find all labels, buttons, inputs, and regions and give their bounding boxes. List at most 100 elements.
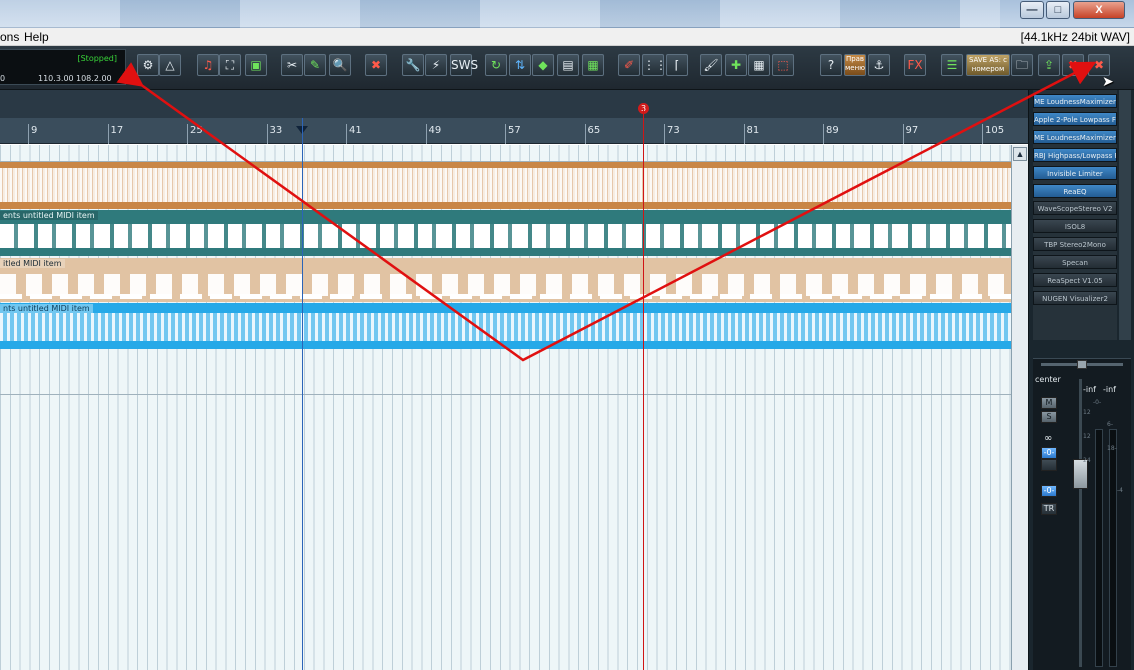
grid-button[interactable]: ⋮⋮ — [642, 54, 667, 76]
export-button[interactable]: ⇪ — [1038, 54, 1060, 76]
fx-button[interactable]: FX — [904, 54, 926, 76]
transport-value: 110.3.00 — [38, 74, 74, 83]
fullscreen-button[interactable]: ⛶ — [219, 54, 241, 76]
transport-status: [Stopped] — [77, 54, 117, 63]
scroll-up-arrow-icon[interactable]: ▲ — [1013, 147, 1027, 161]
ruler-tick — [505, 124, 506, 144]
ruler-tick — [346, 124, 347, 144]
title-bar: — □ X — [0, 0, 1134, 28]
pencil-button[interactable]: ✎ — [304, 54, 326, 76]
delete-button[interactable]: ✖ — [1062, 54, 1084, 76]
list-button[interactable]: ☰ — [941, 54, 963, 76]
record-arm-button[interactable] — [1041, 459, 1057, 471]
waveform — [0, 313, 1011, 341]
sws-button[interactable]: SWS — [450, 54, 478, 76]
route-button[interactable]: ⚡ — [425, 54, 447, 76]
fx-chain-item[interactable]: TBP Stereo2Mono — [1033, 237, 1117, 252]
render-button[interactable]: ⬚ — [772, 54, 794, 76]
main-toolbar: [Stopped] 0 110.3.00 108.2.00 ⚙ △ ♫ ⛶ ▣ ✂ ✎ 🔍 ✖ 🔧… — [0, 46, 1134, 90]
marker-lane[interactable] — [0, 90, 1028, 118]
peak-left: -inf — [1083, 385, 1096, 394]
fx-chain-item[interactable]: ME LoudnessMaximizer — [1033, 94, 1117, 108]
ruler-bar-number: 81 — [746, 125, 760, 136]
track-side-panel: ME LoudnessMaximizer Apple 2-Pole Lowpass… — [1028, 90, 1134, 670]
fx-route-button[interactable]: -0- — [1041, 485, 1057, 497]
ruler-tick — [902, 124, 904, 144]
ruler-tick — [823, 124, 824, 144]
midi-notes — [0, 294, 1011, 299]
close-button[interactable]: X — [1073, 1, 1125, 19]
fx-chain-list[interactable]: ME LoudnessMaximizer Apple 2-Pole Lowpass… — [1033, 90, 1117, 340]
cut-button[interactable]: ✂ — [281, 54, 303, 76]
ruler-tick — [187, 124, 188, 144]
snapshot-button[interactable]: ▣ — [245, 54, 267, 76]
menu-help[interactable]: Help — [24, 30, 49, 44]
fx-chain-item[interactable]: NUGEN Visualizer2 — [1033, 290, 1117, 305]
mixer-strip: center M S ∞ -0- -0- TR -inf -inf -0- 12… — [1033, 358, 1131, 670]
help-button[interactable]: ? — [820, 54, 842, 76]
pan-knob[interactable] — [1077, 360, 1087, 369]
fx-chain-item[interactable]: RBJ Highpass/Lowpass F — [1033, 147, 1117, 162]
fx-list-scrollbar[interactable] — [1119, 90, 1131, 340]
ruler-bar-number: 65 — [587, 125, 601, 136]
link-icon[interactable]: ∞ — [1044, 433, 1052, 444]
ruler-tick — [425, 124, 427, 144]
menu-options[interactable]: ons — [0, 30, 19, 44]
ruler-bar-number: 25 — [190, 125, 203, 136]
ruler-tick — [664, 124, 665, 144]
bracket-button[interactable]: ⌈ — [666, 54, 688, 76]
item-button[interactable]: ▤ — [557, 54, 579, 76]
anchor-button[interactable]: ⚓ — [868, 54, 890, 76]
mixer-button[interactable]: ♫ — [197, 54, 219, 76]
mute-button[interactable]: M — [1041, 397, 1057, 409]
ruler-bar-number: 73 — [667, 125, 680, 136]
pan-slider[interactable] — [1041, 360, 1123, 369]
new-item-button[interactable]: ✚ — [725, 54, 747, 76]
open-button[interactable]: 🗀 — [1011, 54, 1033, 76]
wrench-button[interactable]: 🔧 — [402, 54, 424, 76]
db-scale-label: 24 — [1083, 457, 1091, 464]
fx-chain-item[interactable]: Specan — [1033, 255, 1117, 270]
loop-button[interactable]: ↻ — [485, 54, 507, 76]
db-scale-label: 12 — [1083, 433, 1091, 440]
fx-chain-item[interactable]: ReaSpect V1.05 — [1033, 273, 1117, 287]
media-item[interactable]: ents untitled MIDI item — [0, 210, 1011, 256]
paint-button[interactable]: 🖌 — [700, 54, 722, 76]
transport-value: 108.2.00 — [76, 74, 112, 83]
fx-chain-item[interactable]: WaveScopeStereo V2 — [1033, 201, 1117, 216]
table-button[interactable]: ▦ — [748, 54, 770, 76]
metronome-button[interactable]: △ — [159, 54, 181, 76]
minimize-button[interactable]: — — [1020, 1, 1044, 19]
metronome-settings-button[interactable]: ⚙ — [137, 54, 159, 76]
remove-button[interactable]: ✖ — [365, 54, 387, 76]
maximize-button[interactable]: □ — [1046, 1, 1070, 19]
media-item[interactable] — [0, 162, 1011, 209]
trim-button[interactable]: TR — [1041, 503, 1057, 515]
save-as-button[interactable]: SAVE AS: с номером — [966, 54, 1010, 76]
waveform — [0, 224, 1011, 248]
transport-display: [Stopped] 0 110.3.00 108.2.00 — [0, 49, 126, 85]
fx-chain-item[interactable]: Invisible Limiter — [1033, 165, 1117, 180]
waveform — [0, 168, 1011, 202]
solo-button[interactable]: S — [1041, 411, 1057, 423]
region-button[interactable]: ▦ — [582, 54, 604, 76]
pen-color-button[interactable]: ✐ — [618, 54, 640, 76]
vertical-scrollbar[interactable]: ▲ — [1011, 145, 1028, 670]
envelope-button[interactable]: ◆ — [532, 54, 554, 76]
fx-chain-item[interactable]: Apple 2-Pole Lowpass Filt — [1033, 111, 1117, 126]
arrange-view[interactable]: ents untitled MIDI item itled MIDI item … — [0, 145, 1011, 670]
midi-item[interactable]: itled MIDI item — [0, 258, 1011, 302]
transport-value: 0 — [0, 74, 6, 83]
fx-chain-item[interactable]: ISOL8 — [1033, 219, 1117, 234]
nudge-button[interactable]: ⇅ — [509, 54, 531, 76]
ruler-tick — [28, 124, 29, 144]
edit-menu-button[interactable]: Прав меню — [844, 54, 866, 76]
timeline-ruler[interactable]: 9 17 25 33 41 49 57 65 73 81 89 97 105 — [0, 118, 1028, 144]
phase-button[interactable]: -0- — [1041, 447, 1057, 459]
fx-chain-item[interactable]: ReaEQ — [1033, 183, 1117, 198]
fx-chain-item[interactable]: ME LoudnessMaximizer — [1033, 129, 1117, 144]
media-item[interactable]: nts untitled MIDI item — [0, 303, 1011, 349]
zoom-button[interactable]: 🔍 — [329, 54, 351, 76]
title-bar-background — [0, 0, 1000, 28]
volume-fader-track[interactable] — [1079, 379, 1082, 667]
